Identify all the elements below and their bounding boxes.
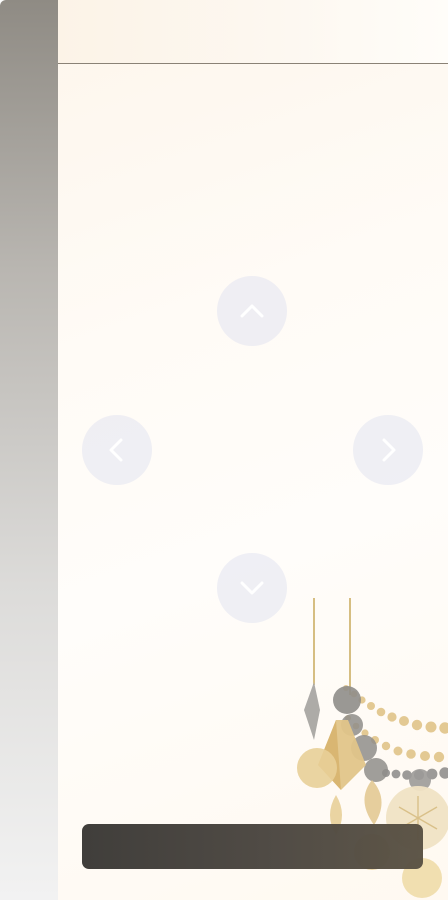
chevron-left-icon — [109, 438, 123, 462]
nav-down-button[interactable] — [217, 553, 287, 623]
nav-left-button[interactable] — [82, 415, 152, 485]
nav-right-button[interactable] — [353, 415, 423, 485]
chevron-up-icon — [240, 304, 264, 318]
nav-up-button[interactable] — [217, 276, 287, 346]
chevron-down-icon — [240, 581, 264, 595]
main-stage — [58, 0, 448, 900]
chevron-right-icon — [382, 438, 396, 462]
top-bar — [58, 0, 448, 64]
bottom-action-bar[interactable] — [82, 824, 423, 869]
sidebar-panel — [0, 0, 58, 900]
